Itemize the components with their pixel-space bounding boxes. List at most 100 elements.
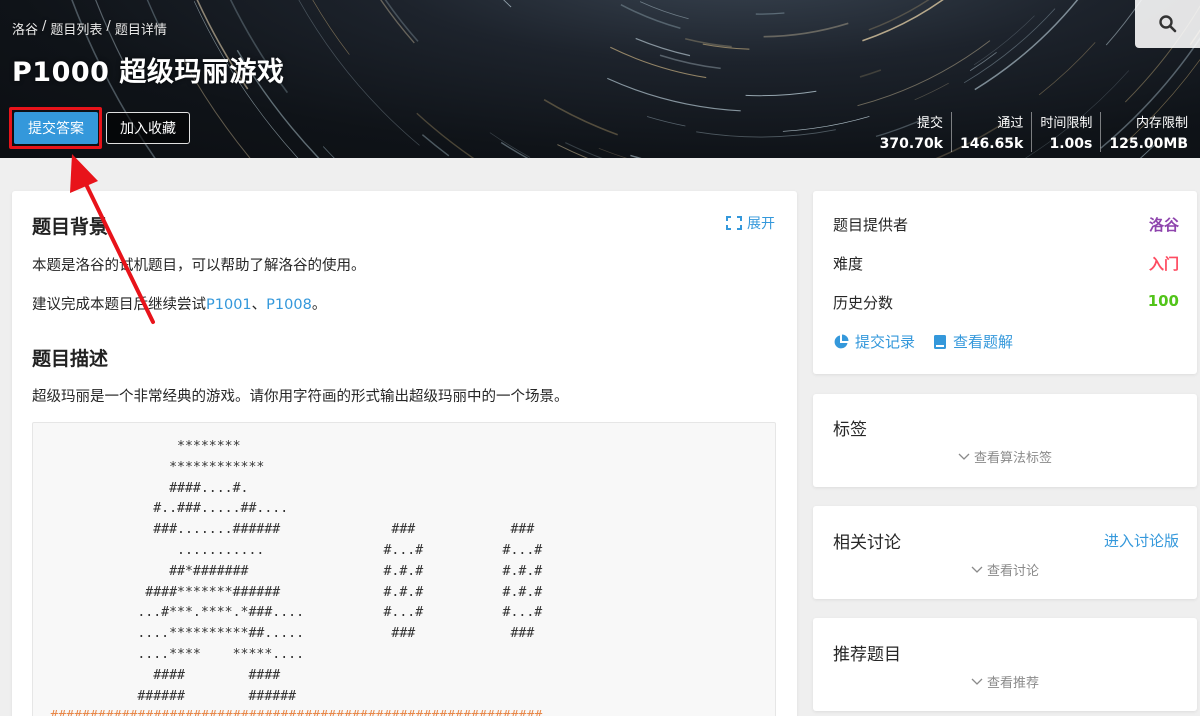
stat-value: 370.70k [879,136,943,152]
tags-title: 标签 [833,420,867,440]
star-trail [782,116,870,132]
recommend-card: 推荐题目 查看推荐 [813,618,1197,711]
star-trail [322,146,335,158]
star-trail [607,77,741,112]
chevron-down-icon [971,678,983,685]
info-difficulty: 难度 入门 [833,253,1179,274]
star-trail [755,12,785,15]
difficulty-badge: 入门 [1148,255,1179,273]
star-trail [312,0,350,55]
suggestion-text: 建议完成本题目后继续尝试P1001、P1008。 [32,293,326,314]
breadcrumb-separator: / [106,19,111,34]
discussion-card: 相关讨论 进入讨论版 查看讨论 [813,506,1197,599]
star-trail [489,132,531,158]
annotation-highlight-box [9,107,102,149]
expand-label: 展开 [747,216,775,232]
breadcrumb-home[interactable]: 洛谷 [12,19,38,38]
chevron-down-icon [971,566,983,573]
description-text: 超级玛丽是一个非常经典的游戏。请你用字符画的形式输出超级玛丽中的一个场景。 [32,389,569,405]
enter-discussion-link[interactable]: 进入讨论版 [1104,530,1179,551]
ascii-art-ground: ########################################… [50,709,542,716]
breadcrumb-problem-list[interactable]: 题目列表 [50,19,102,38]
info-provider: 题目提供者 洛谷 [833,214,1179,235]
stat-label: 内存限制 [1135,116,1188,131]
stat-memory-limit: 内存限制 125.00MB [1101,112,1188,152]
stat-time-limit: 时间限制 1.00s [1032,112,1102,152]
info-label: 难度 [833,255,864,273]
star-trail [763,22,849,38]
star-trail [745,90,817,97]
page-title: P1000 超级玛丽游戏 [12,57,285,88]
background-heading: 题目背景 [32,216,109,238]
star-trail [598,147,628,158]
view-solution-label: 查看题解 [953,333,1014,351]
suggestion-separator: 、 [251,297,267,313]
provider-link[interactable]: 洛谷 [1149,214,1179,235]
sample-output-code-block[interactable]: ******** ************ ####....#. #..###.… [32,422,776,716]
problem-info-card: 题目提供者 洛谷 难度 入门 历史分数 100 提交记录 查看题解 [813,191,1197,374]
star-trail [647,116,686,127]
stat-value: 1.00s [1049,136,1093,152]
search-icon [1158,15,1176,33]
star-trail [503,0,512,8]
star-trail [500,141,529,158]
breadcrumb-separator: / [42,19,47,34]
annotation-arrow-head [70,154,98,193]
star-trail [969,51,997,72]
view-algorithm-tags-label: 查看算法标签 [973,451,1052,466]
view-discussion-label: 查看讨论 [986,564,1039,579]
star-trail [659,54,721,70]
history-score-value: 100 [1147,292,1179,310]
discussion-title: 相关讨论 [833,533,901,553]
ascii-art-scene: ******** ************ ####....#. #..###.… [137,439,543,704]
breadcrumb-current: 题目详情 [114,23,167,38]
suggestion-suffix: 。 [311,297,327,313]
view-discussion-button[interactable]: 查看讨论 [813,560,1197,579]
stat-value: 146.65k [960,136,1024,152]
view-recommend-label: 查看推荐 [986,676,1039,691]
problem-header: 洛谷 / 题目列表 / 题目详情 P1000 超级玛丽游戏 提交答案 加入收藏 … [0,0,1200,158]
suggestion-prefix: 建议完成本题目后继续尝试 [32,297,206,313]
ascii-art: ******** ************ ####....#. #..###.… [33,423,775,716]
submit-records-label: 提交记录 [855,333,916,351]
add-favorite-button[interactable]: 加入收藏 [106,112,190,144]
problem-stats: 提交 370.70k 通过 146.65k 时间限制 1.00s 内存限制 12… [872,112,1188,152]
tags-card: 标签 查看算法标签 [813,394,1197,487]
stat-label: 通过 [997,116,1024,131]
star-trail [639,1,689,20]
book-icon [934,334,947,349]
stat-submissions: 提交 370.70k [872,112,952,152]
expand-button[interactable]: 展开 [726,213,775,233]
view-algorithm-tags-button[interactable]: 查看算法标签 [813,447,1197,466]
expand-icon [726,216,742,230]
stat-label: 提交 [916,116,943,131]
recommend-title: 推荐题目 [833,645,901,665]
search-button[interactable] [1135,0,1200,48]
star-trail [1038,42,1096,96]
star-trail [620,4,681,30]
info-label: 历史分数 [833,294,894,312]
view-solution-link[interactable]: 查看题解 [933,331,1013,352]
view-recommend-button[interactable]: 查看推荐 [813,672,1197,691]
info-history-score: 历史分数 100 [833,292,1179,313]
description-heading: 题目描述 [32,348,109,370]
info-label: 题目提供者 [833,216,909,234]
stat-value: 125.00MB [1109,136,1188,152]
problem-link-p1008[interactable]: P1008 [266,297,312,313]
star-trail [973,15,1035,66]
problem-link-p1001[interactable]: P1001 [206,297,252,313]
problem-content-card: 题目背景 展开 本题是洛谷的试机题目，可以帮助了解洛谷的使用。 建议完成本题目后… [12,191,797,716]
background-text: 本题是洛谷的试机题目，可以帮助了解洛谷的使用。 [32,258,366,274]
star-trail [914,82,949,101]
pie-chart-icon [834,334,849,348]
star-trail [696,129,836,138]
chevron-down-icon [958,453,970,460]
star-trail [610,46,707,79]
star-trail [543,99,618,136]
star-trail [862,0,944,42]
star-trail [565,142,603,158]
submit-records-link[interactable]: 提交记录 [833,331,915,352]
star-trail [859,69,882,78]
info-links: 提交记录 查看题解 [833,331,1013,352]
star-trail [635,37,691,57]
